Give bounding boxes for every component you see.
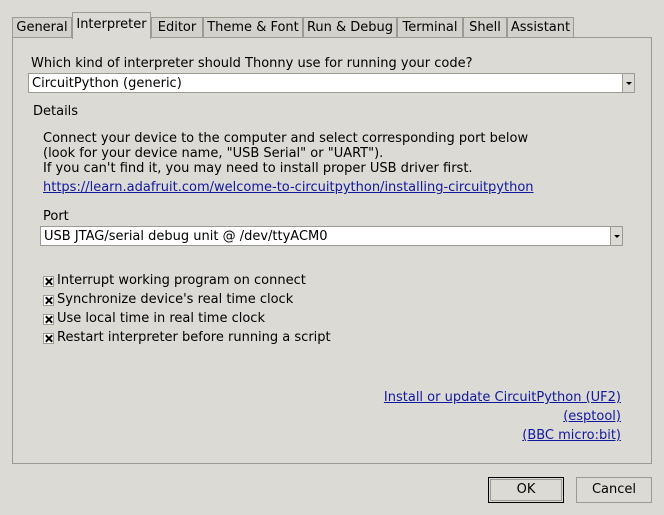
cancel-button[interactable]: Cancel: [576, 477, 652, 503]
tab-terminal[interactable]: Terminal: [397, 17, 463, 37]
checkbox-label: Restart interpreter before running a scr…: [57, 330, 331, 345]
tab-theme-font[interactable]: Theme & Font: [203, 17, 303, 37]
chevron-down-icon[interactable]: [610, 227, 622, 245]
tab-run-debug[interactable]: Run & Debug: [303, 17, 397, 37]
port-select[interactable]: USB JTAG/serial debug unit @ /dev/ttyACM…: [40, 226, 623, 246]
checkbox-checked-icon[interactable]: [43, 276, 54, 287]
details-line-1: Connect your device to the computer and …: [43, 131, 529, 146]
interpreter-select[interactable]: CircuitPython (generic): [28, 73, 635, 93]
install-guide-link[interactable]: https://learn.adafruit.com/welcome-to-ci…: [43, 180, 534, 196]
interpreter-question: Which kind of interpreter should Thonny …: [31, 56, 473, 71]
esptool-link[interactable]: (esptool): [563, 409, 621, 425]
details-line-2: (look for your device name, "USB Serial"…: [43, 146, 384, 161]
tab-assistant[interactable]: Assistant: [507, 17, 574, 37]
port-label: Port: [43, 209, 69, 224]
port-select-value: USB JTAG/serial debug unit @ /dev/ttyACM…: [44, 229, 328, 244]
install-circuitpython-link[interactable]: Install or update CircuitPython (UF2): [384, 390, 621, 406]
interpreter-select-value: CircuitPython (generic): [32, 76, 182, 91]
checkbox-label: Interrupt working program on connect: [57, 273, 306, 288]
tab-editor[interactable]: Editor: [151, 17, 203, 37]
details-heading: Details: [33, 104, 79, 119]
chevron-down-icon[interactable]: [622, 74, 634, 92]
checkbox-label: Synchronize device's real time clock: [57, 292, 294, 307]
checkbox-checked-icon[interactable]: [43, 314, 54, 325]
tab-shell[interactable]: Shell: [463, 17, 507, 37]
checkbox-checked-icon[interactable]: [43, 333, 54, 344]
details-line-3: If you can't find it, you may need to in…: [43, 161, 473, 176]
checkbox-checked-icon[interactable]: [43, 295, 54, 306]
tab-general[interactable]: General: [12, 17, 72, 37]
checkbox-label: Use local time in real time clock: [57, 311, 265, 326]
tab-interpreter[interactable]: Interpreter: [72, 12, 151, 39]
microbit-link[interactable]: (BBC micro:bit): [522, 428, 621, 444]
ok-button[interactable]: OK: [488, 477, 564, 503]
